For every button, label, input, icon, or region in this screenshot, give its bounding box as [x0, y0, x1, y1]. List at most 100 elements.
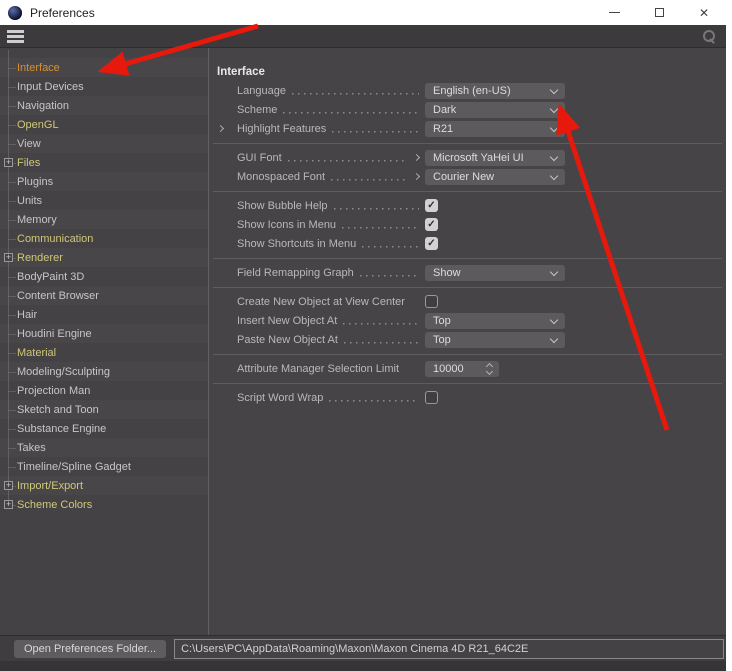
chevron-down-icon: [550, 152, 558, 160]
footer-bar: Open Preferences Folder... C:\Users\PC\A…: [0, 635, 726, 661]
setting-label: Create New Object at View Center: [237, 296, 405, 308]
sidebar-item-timeline-spline-gadget[interactable]: Timeline/Spline Gadget: [0, 457, 208, 476]
minimize-button[interactable]: [597, 0, 631, 25]
sidebar-item-opengl[interactable]: OpenGL: [0, 115, 208, 134]
create-new-object-at-view-center-checkbox[interactable]: [425, 295, 438, 308]
separator: [209, 186, 726, 196]
sidebar-item-label: Scheme Colors: [17, 499, 92, 511]
setting-label: Show Shortcuts in Menu: [237, 238, 356, 250]
settings-panel: Interface Language English (en-US) Scheme D…: [209, 48, 726, 635]
show-shortcuts-in-menu-checkbox[interactable]: ✓: [425, 237, 438, 250]
sidebar-item-label: Interface: [17, 62, 60, 74]
field-remapping-graph-dropdown[interactable]: Show: [425, 265, 565, 281]
sidebar-item-label: Files: [17, 157, 40, 169]
control-slot: Microsoft YaHei UI: [425, 150, 565, 166]
paste-new-object-at-dropdown[interactable]: Top: [425, 332, 565, 348]
sidebar-item-label: Houdini Engine: [17, 328, 92, 340]
setting-label: Monospaced Font: [237, 171, 325, 183]
setting-label: Insert New Object At: [237, 315, 337, 327]
dialog-body: InterfaceInput DevicesNavigationOpenGLVi…: [0, 48, 726, 635]
highlight-features-dropdown[interactable]: R21: [425, 121, 565, 137]
sidebar-item-renderer[interactable]: +Renderer: [0, 248, 208, 267]
separator: [209, 253, 726, 263]
sidebar-item-bodypaint-3d[interactable]: BodyPaint 3D: [0, 267, 208, 286]
control-slot: R21: [425, 121, 565, 137]
dotted-leader: [362, 246, 419, 248]
sidebar-item-plugins[interactable]: Plugins: [0, 172, 208, 191]
setting-label: Show Bubble Help: [237, 200, 328, 212]
sidebar-item-interface[interactable]: Interface: [0, 58, 208, 77]
control-slot: English (en-US): [425, 83, 565, 99]
show-icons-in-menu-checkbox[interactable]: ✓: [425, 218, 438, 231]
attribute-manager-selection-limit-input[interactable]: 10000: [425, 361, 499, 377]
sidebar-item-units[interactable]: Units: [0, 191, 208, 210]
scheme-dropdown[interactable]: Dark: [425, 102, 565, 118]
sidebar-item-content-browser[interactable]: Content Browser: [0, 286, 208, 305]
sidebar-item-houdini-engine[interactable]: Houdini Engine: [0, 324, 208, 343]
separator: [209, 378, 726, 388]
chevron-down-icon: [550, 315, 558, 323]
maximize-button[interactable]: [642, 0, 676, 25]
sidebar-item-substance-engine[interactable]: Substance Engine: [0, 419, 208, 438]
setting-row-scheme: Scheme Dark: [209, 100, 726, 119]
menu-icon[interactable]: [7, 30, 24, 43]
open-preferences-folder-button[interactable]: Open Preferences Folder...: [14, 640, 166, 658]
chevron-right-icon[interactable]: [215, 126, 225, 131]
sidebar-item-material[interactable]: Material: [0, 343, 208, 362]
control-slot: ✓: [425, 199, 565, 212]
sidebar-item-import-export[interactable]: +Import/Export: [0, 476, 208, 495]
sidebar-item-input-devices[interactable]: Input Devices: [0, 77, 208, 96]
dotted-leader: [292, 93, 419, 95]
setting-row-paste-new-object-at: Paste New Object AtTop: [209, 330, 726, 349]
sidebar-item-label: Content Browser: [17, 290, 99, 302]
expand-plus-icon[interactable]: +: [4, 158, 13, 167]
insert-new-object-at-dropdown[interactable]: Top: [425, 313, 565, 329]
sidebar-item-sketch-and-toon[interactable]: Sketch and Toon: [0, 400, 208, 419]
dropdown-value: English (en-US): [433, 85, 511, 97]
sidebar-item-view[interactable]: View: [0, 134, 208, 153]
sidebar-item-label: BodyPaint 3D: [17, 271, 84, 283]
setting-label: GUI Font: [237, 152, 282, 164]
close-button[interactable]: ✕: [687, 0, 721, 25]
sidebar-item-files[interactable]: + Files: [0, 153, 208, 172]
dropdown-value: Dark: [433, 104, 456, 116]
dropdown-value: Microsoft YaHei UI: [433, 152, 524, 164]
dotted-leader: [331, 179, 408, 181]
sidebar-item-navigation[interactable]: Navigation: [0, 96, 208, 115]
panel-title: Interface: [209, 62, 726, 81]
sidebar-item-memory[interactable]: Memory: [0, 210, 208, 229]
setting-label: Scheme: [237, 104, 277, 116]
preferences-path-field[interactable]: C:\Users\PC\AppData\Roaming\Maxon\Maxon …: [174, 639, 724, 659]
setting-row-show-icons-in-menu: Show Icons in Menu✓: [209, 215, 726, 234]
stepper-arrows-icon[interactable]: [485, 362, 495, 376]
separator: [209, 138, 726, 148]
sidebar-item-label: Projection Man: [17, 385, 90, 397]
language-dropdown[interactable]: English (en-US): [425, 83, 565, 99]
chevron-down-icon: [550, 267, 558, 275]
monospaced-font-dropdown[interactable]: Courier New: [425, 169, 565, 185]
sidebar-item-communication[interactable]: Communication: [0, 229, 208, 248]
setting-row-script-word-wrap: Script Word Wrap: [209, 388, 726, 407]
expand-plus-icon[interactable]: +: [4, 481, 13, 490]
dropdown-value: Top: [433, 334, 451, 346]
sidebar-item-projection-man[interactable]: Projection Man: [0, 381, 208, 400]
sidebar-item-hair[interactable]: Hair: [0, 305, 208, 324]
setting-label: Language: [237, 85, 286, 97]
category-tree: Interface Input DevicesNavigationOpenGLVi…: [0, 48, 209, 635]
preferences-window: Preferences ✕ InterfaceInput DevicesNavi…: [0, 0, 732, 671]
setting-row-field-remapping-graph: Field Remapping GraphShow: [209, 263, 726, 282]
dotted-leader: [343, 323, 419, 325]
search-icon[interactable]: [702, 30, 716, 44]
dotted-leader: [283, 112, 419, 114]
gui-font-dropdown[interactable]: Microsoft YaHei UI: [425, 150, 565, 166]
control-slot: Top: [425, 313, 565, 329]
sidebar-item-scheme-colors[interactable]: + Scheme Colors: [0, 495, 208, 514]
sidebar-item-modeling-sculpting[interactable]: Modeling/Sculpting: [0, 362, 208, 381]
script-word-wrap-checkbox[interactable]: [425, 391, 438, 404]
show-bubble-help-checkbox[interactable]: ✓: [425, 199, 438, 212]
expand-plus-icon[interactable]: +: [4, 253, 13, 262]
chevron-down-icon: [550, 171, 558, 179]
expand-plus-icon[interactable]: +: [4, 500, 13, 509]
sidebar-item-takes[interactable]: Takes: [0, 438, 208, 457]
dotted-leader: [334, 208, 419, 210]
